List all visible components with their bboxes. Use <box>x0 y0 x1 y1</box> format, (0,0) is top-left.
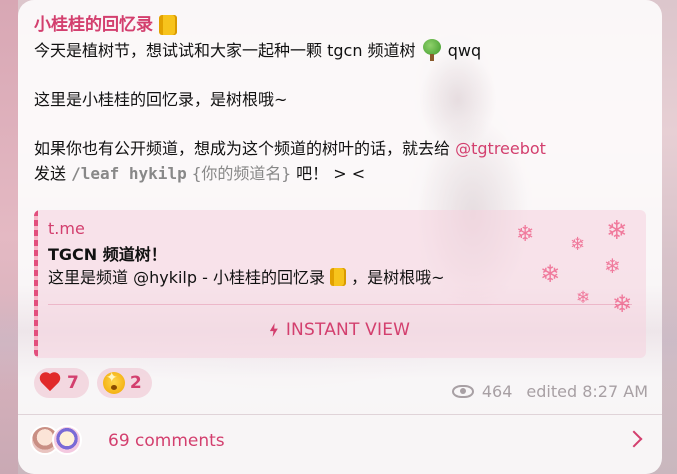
heart-icon <box>40 373 62 393</box>
reactions-bar: 7 2 <box>34 368 152 398</box>
lightning-icon <box>270 323 278 337</box>
preview-site-name: t.me <box>48 219 85 238</box>
view-count: 464 <box>481 382 513 401</box>
avatar <box>52 425 82 455</box>
message-line-3: 如果你也有公开频道，想成为这个频道的树叶的话，就去给 @tgtreebot <box>34 136 648 161</box>
line-3-text: 如果你也有公开频道，想成为这个频道的树叶的话，就去给 <box>34 139 451 158</box>
message-line-1: 今天是植树节，想试试和大家一起种一颗 tgcn 频道树 qwq <box>34 38 648 63</box>
preview-desc-text: 这里是频道 @hykilp - 小桂桂的回忆录 <box>48 268 325 287</box>
commenter-avatars <box>30 423 100 459</box>
author-name[interactable]: 小桂桂的回忆录 <box>34 14 648 36</box>
command-param: {你的频道名} <box>191 164 292 183</box>
message-bubble: 小桂桂的回忆录 今天是植树节，想试试和大家一起种一颗 tgcn 频道树 qwq … <box>18 0 662 474</box>
reaction-heart[interactable]: 7 <box>34 368 89 398</box>
background-strip <box>0 0 18 474</box>
message-line-2: 这里是小桂桂的回忆录，是树根哦~ <box>34 90 288 109</box>
line-4-prefix: 发送 <box>34 164 67 183</box>
instant-view-button[interactable]: INSTANT VIEW <box>34 314 646 346</box>
line-4-suffix: 吧！ > < <box>296 164 366 183</box>
comments-count-label: 69 comments <box>108 431 225 451</box>
edited-time: edited 8:27 AM <box>526 382 648 401</box>
message-meta: 464 edited 8:27 AM <box>451 382 648 401</box>
reaction-star-struck[interactable]: 2 <box>96 368 152 398</box>
bot-mention-link[interactable]: @tgtreebot <box>455 139 546 158</box>
notebook-icon <box>330 268 347 286</box>
message-text: 今天是植树节，想试试和大家一起种一颗 tgcn 频道树 qwq 这里是小桂桂的回… <box>34 38 648 186</box>
bot-command[interactable]: /leaf hykilp <box>71 164 187 183</box>
notebook-icon <box>159 15 177 35</box>
message-content: 小桂桂的回忆录 今天是植树节，想试试和大家一起种一颗 tgcn 频道树 qwq … <box>34 14 648 186</box>
eye-icon <box>451 385 474 398</box>
preview-divider <box>48 304 632 305</box>
comments-button[interactable]: 69 comments <box>18 415 662 467</box>
reaction-count: 2 <box>129 373 142 393</box>
preview-body: t.me TGCN 频道树！ 这里是频道 @hykilp - 小桂桂的回忆录 ，… <box>48 218 636 290</box>
reaction-count: 7 <box>67 373 79 393</box>
preview-description: 这里是频道 @hykilp - 小桂桂的回忆录 ，是树根哦~ <box>48 266 636 290</box>
chevron-right-icon <box>625 430 643 448</box>
preview-title: TGCN 频道树！ <box>48 245 167 264</box>
message-line-4: 发送 /leaf hykilp {你的频道名} 吧！ > < <box>34 161 648 186</box>
tree-icon <box>421 39 443 61</box>
star-struck-icon <box>102 370 125 394</box>
link-preview[interactable]: ❄ ❄ ❄ ❄ ❄ ❄ ❄ t.me TGCN 频道树！ 这里是频道 @hyki… <box>34 210 646 358</box>
line-1-text: 今天是植树节，想试试和大家一起种一颗 tgcn 频道树 <box>34 41 416 60</box>
line-1-suffix: qwq <box>447 41 482 60</box>
author-name-text: 小桂桂的回忆录 <box>34 15 153 35</box>
instant-view-label: INSTANT VIEW <box>285 320 411 340</box>
preview-desc-suffix: ，是树根哦~ <box>351 268 445 287</box>
